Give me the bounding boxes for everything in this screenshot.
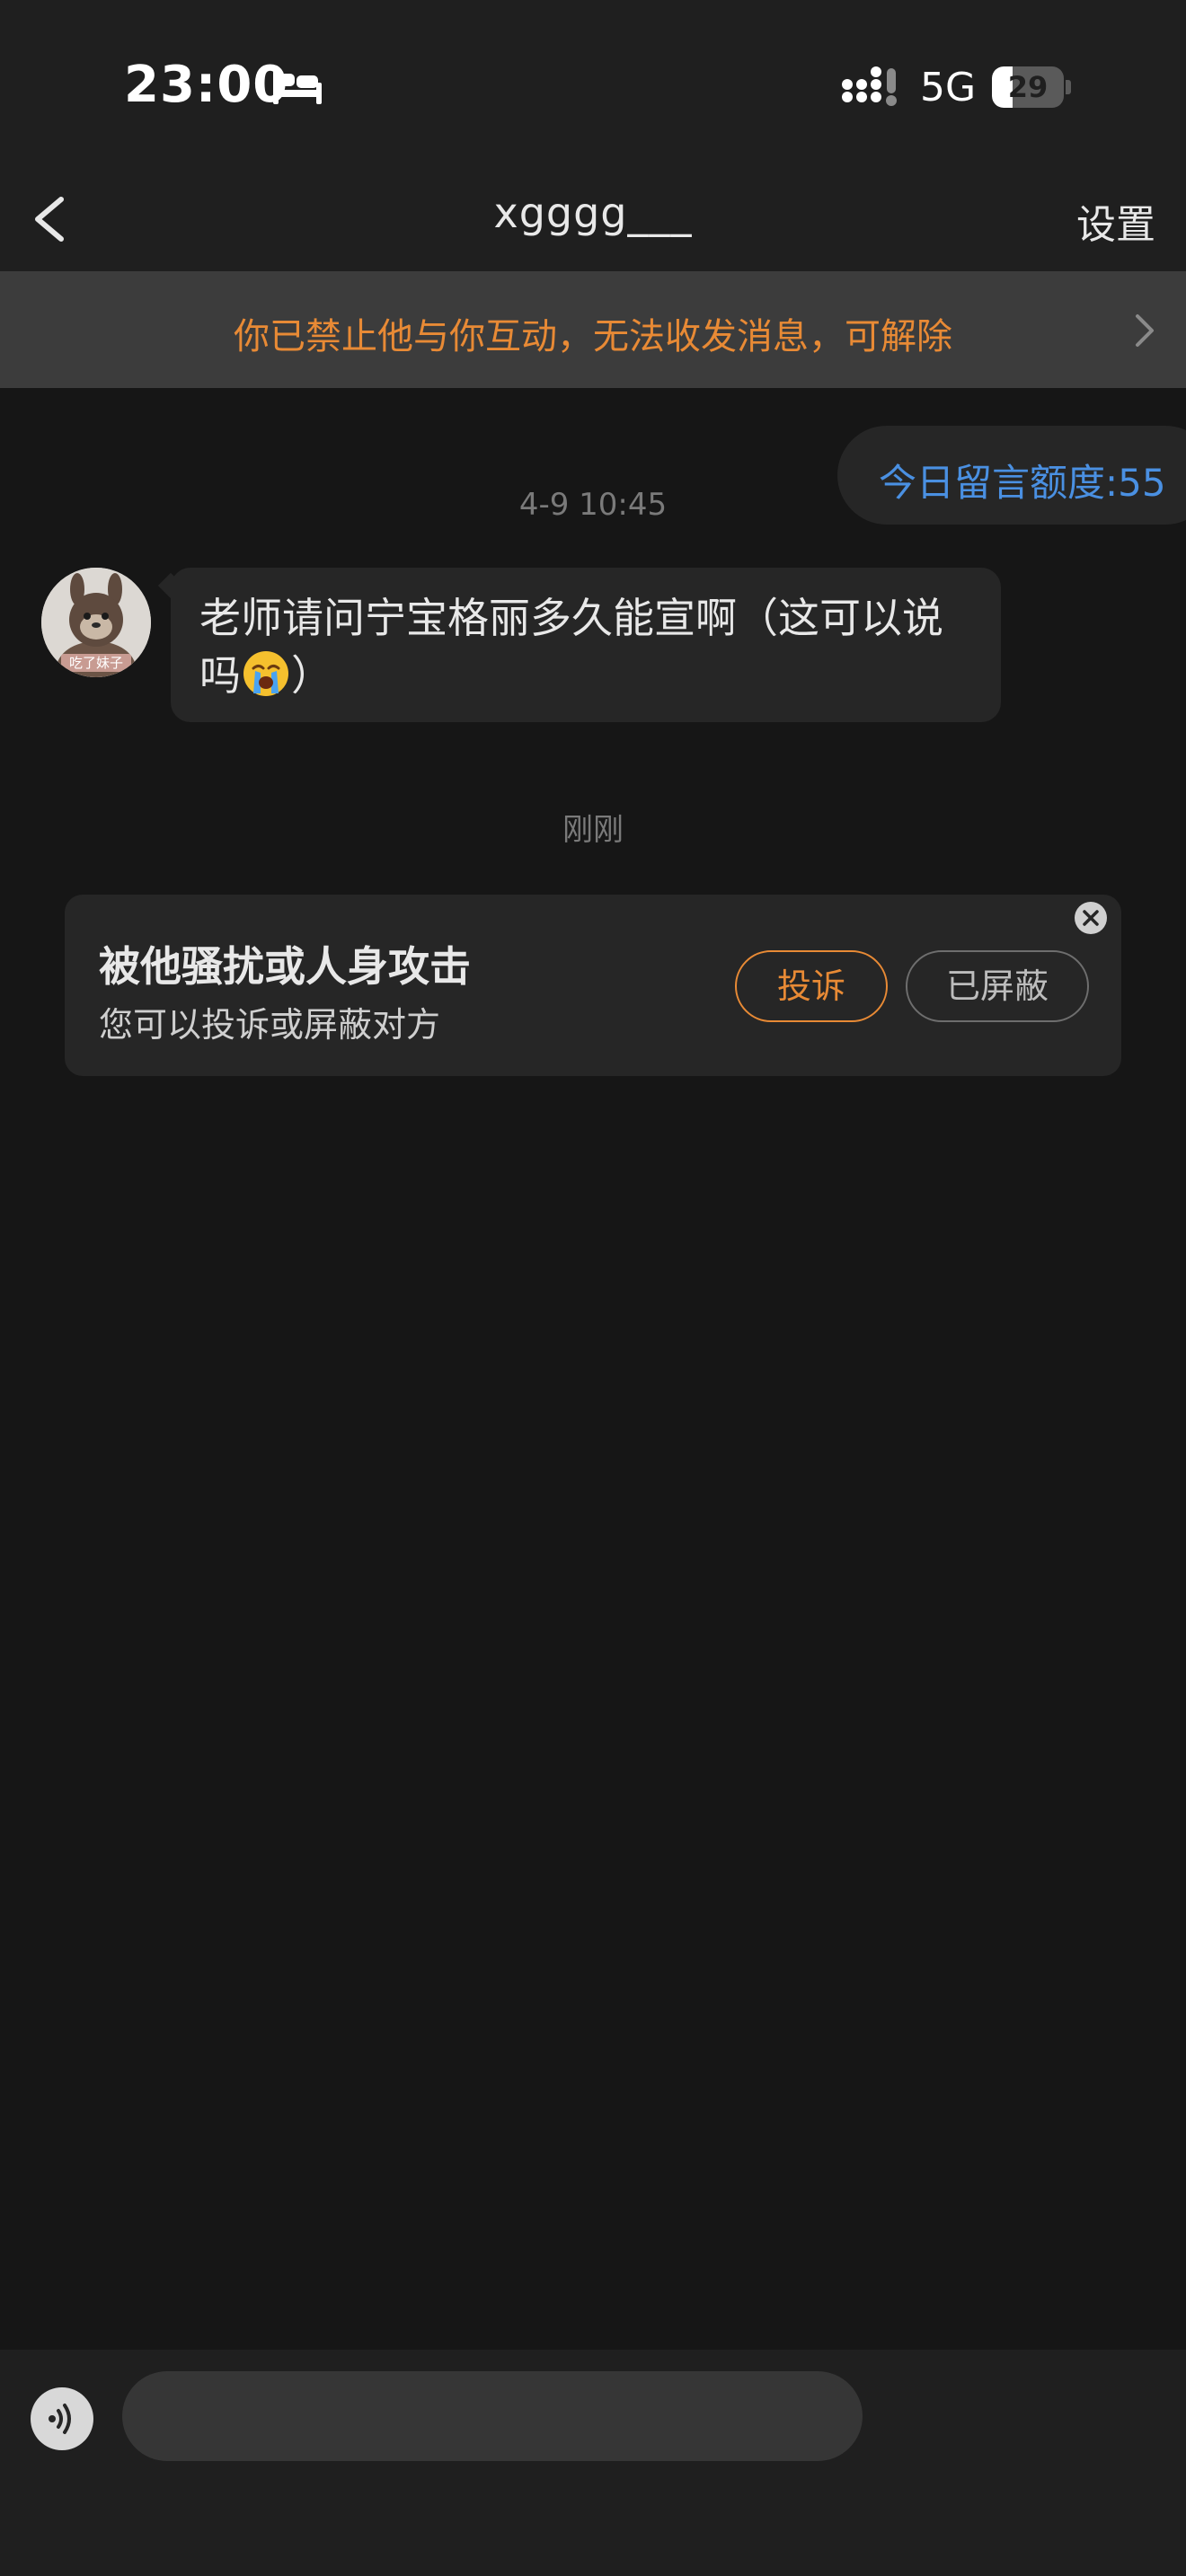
- battery-icon: 29: [992, 66, 1071, 108]
- harassment-report-card: 被他骚扰或人身攻击 您可以投诉或屏蔽对方 投诉 已屏蔽: [65, 895, 1121, 1076]
- voice-input-button[interactable]: [31, 2387, 93, 2450]
- message-timestamp: 4-9 10:45: [518, 487, 668, 523]
- report-card-title: 被他骚扰或人身攻击: [99, 942, 471, 991]
- network-type: 5G: [920, 65, 977, 110]
- battery-level: 29: [1007, 70, 1049, 104]
- loudly-crying-face-icon: [243, 651, 288, 696]
- message-bubble[interactable]: 老师请问宁宝格丽多久能宣啊（这可以说吗 ）: [171, 568, 1001, 722]
- message-text-end: ）: [291, 651, 332, 700]
- chat-title: xgggg___: [493, 189, 693, 237]
- avatar-caption: 吃了妹子: [69, 655, 123, 671]
- avatar-image: 吃了妹子: [41, 568, 151, 677]
- chevron-right-icon: [1136, 314, 1154, 347]
- block-status-banner[interactable]: 你已禁止他与你互动，无法收发消息，可解除: [0, 271, 1186, 388]
- message-input[interactable]: [122, 2371, 863, 2461]
- block-banner-text: 你已禁止他与你互动，无法收发消息，可解除: [234, 316, 952, 357]
- status-bar: 23:00 5G 29: [0, 0, 1186, 171]
- composer-bar: [0, 2350, 1186, 2576]
- message-text: 老师请问宁宝格丽多久能宣啊（这可以说吗 ）: [199, 589, 981, 704]
- settings-button[interactable]: 设置: [1076, 192, 1155, 250]
- voice-wave-icon: [49, 2404, 71, 2434]
- top-area: 23:00 5G 29 xgggg___ 设置: [0, 0, 1186, 271]
- complain-button[interactable]: 投诉: [735, 950, 888, 1022]
- avatar[interactable]: 吃了妹子: [41, 568, 151, 677]
- cellular-signal-icon: [842, 66, 897, 106]
- sleep-focus-icon: [273, 70, 322, 104]
- nav-bar: xgggg___ 设置: [0, 171, 1186, 271]
- report-card-subtitle: 您可以投诉或屏蔽对方: [99, 1005, 441, 1045]
- close-icon[interactable]: [1073, 900, 1109, 936]
- status-time: 23:00: [124, 56, 289, 114]
- back-arrow-icon[interactable]: [25, 183, 81, 255]
- recent-timestamp: 刚刚: [562, 812, 624, 848]
- blocked-button[interactable]: 已屏蔽: [906, 950, 1089, 1022]
